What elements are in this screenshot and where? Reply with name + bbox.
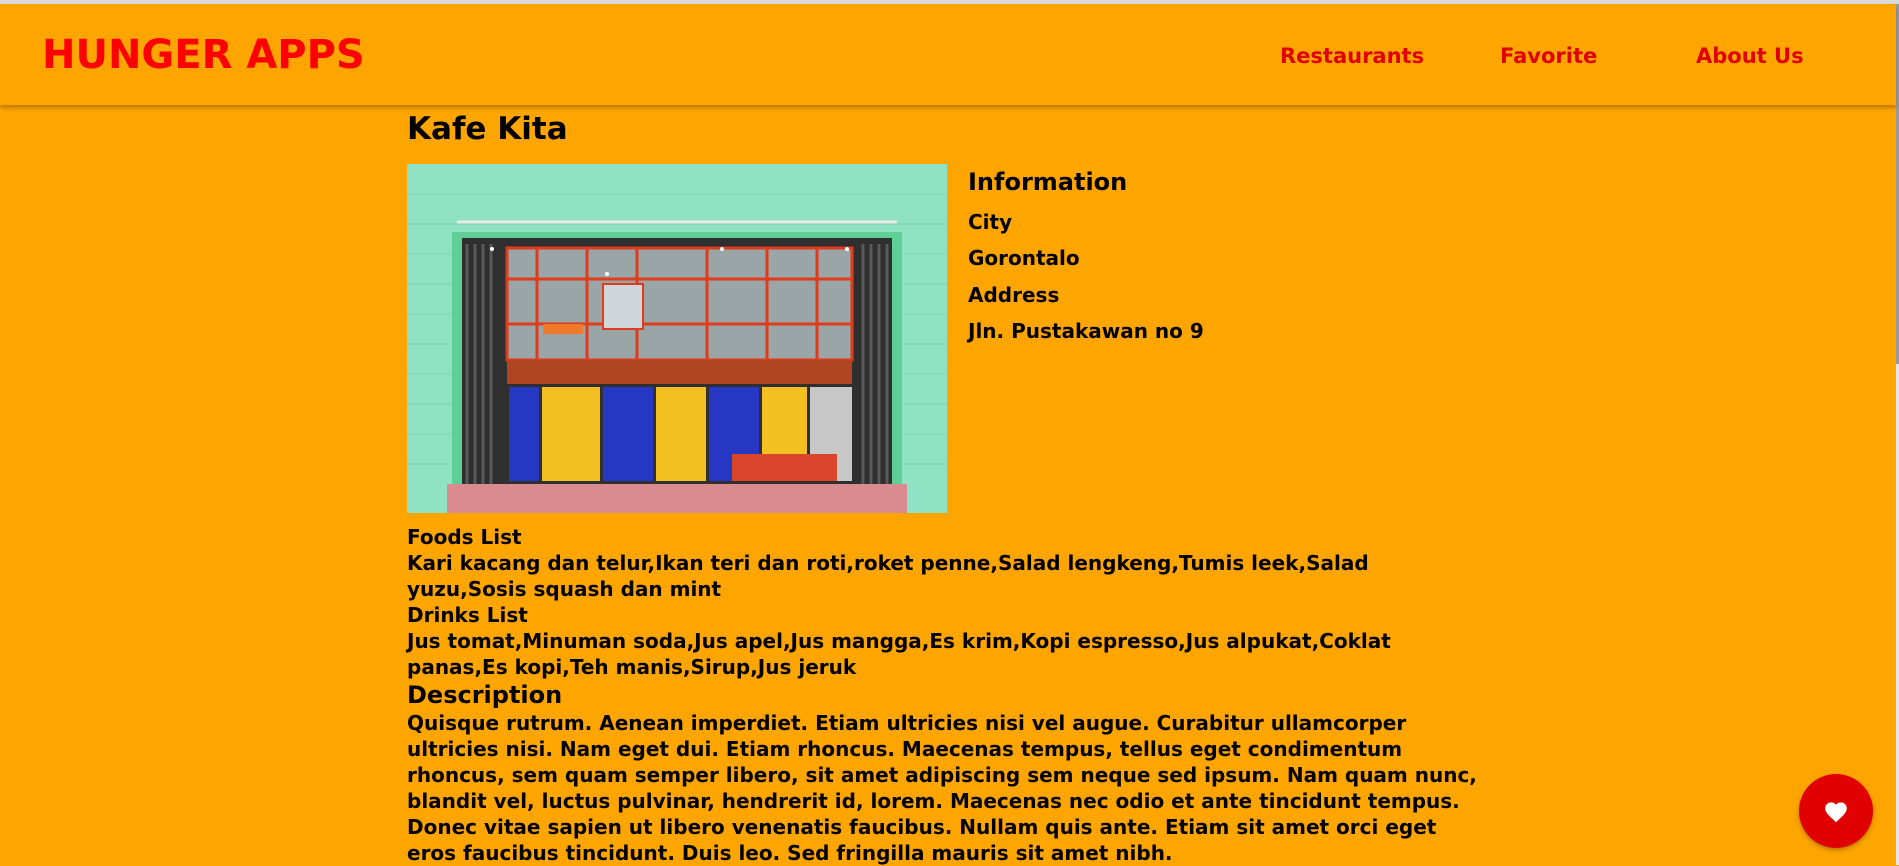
- info-panel: Information City Gorontalo Address Jln. …: [968, 164, 1204, 350]
- restaurant-photo: [407, 164, 947, 513]
- address-label: Address: [968, 283, 1060, 307]
- brand-logo[interactable]: HUNGER APPS: [42, 32, 365, 78]
- favorite-button[interactable]: [1799, 774, 1873, 848]
- nav-restaurants[interactable]: Restaurants: [1280, 44, 1424, 68]
- menu-section: Foods List Kari kacang dan telur,Ikan te…: [407, 524, 1482, 866]
- drinks-list: Jus tomat,Minuman soda,Jus apel,Jus mang…: [407, 629, 1391, 679]
- heart-icon: [1825, 802, 1847, 823]
- foods-heading: Foods List: [407, 525, 522, 549]
- restaurant-name: Kafe Kita: [407, 111, 568, 147]
- drinks-heading: Drinks List: [407, 603, 528, 627]
- nav-favorite[interactable]: Favorite: [1500, 44, 1597, 68]
- city-label: City: [968, 210, 1013, 234]
- city-value: Gorontalo: [968, 246, 1080, 270]
- description-text: Quisque rutrum. Aenean imperdiet. Etiam …: [407, 711, 1477, 865]
- restaurant-detail: Kafe Kita Information City Gorontalo Add…: [407, 105, 1482, 866]
- info-heading: Information: [968, 168, 1128, 196]
- foods-list: Kari kacang dan telur,Ikan teri dan roti…: [407, 551, 1369, 601]
- detail-top-row: Information City Gorontalo Address Jln. …: [407, 164, 1482, 524]
- address-value: Jln. Pustakawan no 9: [968, 319, 1204, 343]
- app-header: HUNGER APPS Restaurants Favorite About U…: [0, 4, 1896, 105]
- nav-about-us[interactable]: About Us: [1696, 44, 1804, 68]
- description-heading: Description: [407, 681, 563, 709]
